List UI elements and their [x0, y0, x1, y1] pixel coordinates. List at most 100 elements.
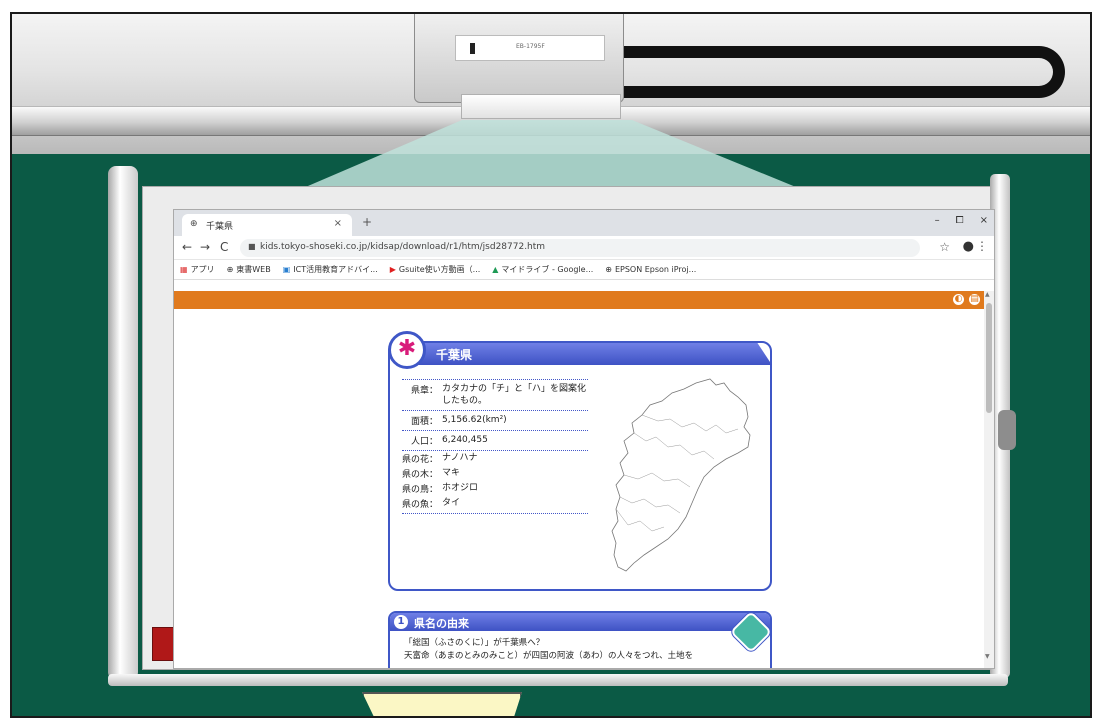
card-title: 千葉県 — [436, 348, 473, 362]
window-controls: – ⧠ × — [935, 215, 988, 226]
apps-icon: ▦ — [180, 265, 188, 274]
bookmark-epson[interactable]: ⊕ EPSON Epson iProj... — [605, 265, 696, 274]
bookmark-apps[interactable]: ▦ アプリ — [180, 264, 215, 275]
info-value: 5,156.62(km²) — [442, 415, 507, 425]
bookmark-label: ICT活用教育アドバイ... — [293, 265, 378, 274]
globe-icon: ⊕ — [605, 265, 612, 274]
bookmark-gsuite[interactable]: ▶ Gsuite使い方動画（... — [390, 264, 481, 275]
bookmark-label: Gsuite使い方動画（... — [398, 265, 481, 274]
info-row-area: 面積： 5,156.62(km²) — [402, 411, 588, 431]
info-row-population: 人口： 6,240,455 — [402, 431, 588, 451]
info-value: ナノハナ — [442, 453, 478, 463]
scroll-down-icon[interactable]: ▼ — [985, 653, 990, 660]
name-origin-section: 1 県名の由来 「総国（ふさのくに）」が千葉県へ？ 天富命（あまのとみのみこと）… — [388, 610, 773, 668]
scroll-thumb[interactable] — [986, 303, 992, 413]
projector-indicator — [470, 43, 475, 54]
info-value: タイ — [442, 498, 461, 508]
address-bar[interactable]: ■ kids.tokyo-shoseki.co.jp/kidsap/downlo… — [240, 239, 920, 257]
url-text: kids.tokyo-shoseki.co.jp/kidsap/download… — [260, 242, 546, 252]
classroom-scene: EB-1795F ⊕ 千葉県 × + – ⧠ × ← → C ■ kids.to… — [10, 12, 1092, 718]
projector-model-label: EB-1795F — [516, 43, 545, 50]
drive-icon: ▲ — [492, 265, 499, 274]
youtube-icon: ▶ — [389, 265, 396, 274]
tab-title: 千葉県 — [206, 222, 234, 232]
prefecture-emblem-icon: ✱ — [388, 331, 426, 369]
maximize-button[interactable]: ⧠ — [956, 215, 964, 226]
prefecture-info: 県章： カタカナの「チ」と「ハ」を図案化したもの。 面積： 5,156.62(k… — [402, 379, 588, 514]
page-viewport: ◐ ▤ ▲ ▼ 千葉県 ✱ 県章： カタカナの「チ」と「ハ」を図案化したもの。 — [174, 281, 994, 668]
screen-knob — [998, 410, 1016, 450]
browser-window: ⊕ 千葉県 × + – ⧠ × ← → C ■ kids.tokyo-shose… — [174, 210, 994, 668]
account-icon[interactable]: ● — [963, 239, 974, 254]
map-boundary — [633, 432, 715, 460]
info-label: 県の木： — [402, 470, 439, 480]
info-row-fish: 県の魚： タイ — [402, 496, 588, 514]
globe-icon: ⊕ — [226, 265, 234, 274]
projector-panel: EB-1795F — [455, 35, 605, 61]
info-value: 6,240,455 — [442, 435, 488, 445]
navigation-icon[interactable]: ◐ — [951, 292, 966, 307]
info-value: カタカナの「チ」と「ハ」を図案化したもの。 — [442, 384, 587, 406]
info-label: 県の鳥： — [402, 485, 439, 495]
section-title: 県名の由来 — [414, 617, 469, 630]
scroll-up-icon[interactable]: ▲ — [985, 291, 990, 298]
prefecture-map — [611, 378, 751, 572]
vertical-scrollbar[interactable]: ▲ ▼ — [984, 291, 994, 668]
bookmark-drive[interactable]: ▲ マイドライブ - Google... — [492, 264, 593, 275]
reload-button[interactable]: C — [220, 240, 228, 254]
section-number: 1 — [394, 615, 408, 629]
lock-icon: ■ — [248, 242, 256, 251]
ict-icon: ▣ — [282, 265, 291, 274]
menu-icon[interactable]: ⋮ — [976, 239, 988, 253]
info-row-tree: 県の木： マキ — [402, 466, 588, 481]
map-boundary — [641, 414, 739, 434]
browser-toolbar: ← → C ■ kids.tokyo-shoseki.co.jp/kidsap/… — [174, 236, 994, 260]
new-tab-button[interactable]: + — [362, 215, 372, 229]
projector: EB-1795F — [414, 14, 624, 103]
globe-icon: ⊕ — [190, 219, 198, 229]
info-value: マキ — [442, 468, 461, 478]
info-label: 県の魚： — [402, 500, 439, 510]
bookmark-star-icon[interactable]: ☆ — [939, 240, 950, 254]
book-icon[interactable]: ▤ — [967, 292, 982, 307]
bookmark-ict[interactable]: ▣ ICT活用教育アドバイ... — [283, 264, 378, 275]
section-text: 「総国（ふさのくに）」が千葉県へ？ 天富命（あまのとみのみこと）が四国の阿波（あ… — [404, 637, 764, 663]
info-label: 面積： — [410, 417, 438, 427]
map-coastline — [611, 378, 751, 572]
info-row-emblem: 県章： カタカナの「チ」と「ハ」を図案化したもの。 — [402, 380, 588, 411]
bookmark-toshoweb[interactable]: ⊕ 東書WEB — [227, 264, 271, 275]
info-label: 県章： — [410, 386, 438, 396]
map-boundary — [619, 496, 681, 514]
map-boundary — [615, 508, 665, 532]
section-line: 「総国（ふさのくに）」が千葉県へ？ — [404, 638, 545, 648]
browser-tab[interactable]: ⊕ 千葉県 × — [182, 214, 352, 236]
close-window-button[interactable]: × — [980, 215, 988, 226]
speech-bubble-tail — [362, 692, 522, 716]
screen-bottom-bar — [108, 674, 1008, 686]
tab-strip: ⊕ 千葉県 × + – ⧠ × — [174, 210, 994, 236]
prefecture-card: 千葉県 ✱ 県章： カタカナの「チ」と「ハ」を図案化したもの。 面積： 5,15… — [388, 331, 772, 591]
page-header-bar: ◐ ▤ — [174, 291, 984, 309]
bookmark-label: マイドライブ - Google... — [501, 265, 594, 274]
bookmarks-bar: ▦ アプリ ⊕ 東書WEB ▣ ICT活用教育アドバイ... ▶ Gsuite使… — [174, 260, 994, 280]
info-label: 県の花： — [402, 455, 439, 465]
map-boundary — [623, 472, 691, 488]
info-label: 人口： — [410, 437, 438, 447]
projector-lens-housing — [461, 94, 621, 119]
bookmark-label: 東書WEB — [236, 265, 271, 274]
section-line: 天富命（あまのとみのみこと）が四国の阿波（あわ）の人々をつれ、土地を — [404, 651, 694, 661]
info-row-bird: 県の鳥： ホオジロ — [402, 481, 588, 496]
screen-left-pole — [108, 166, 138, 680]
projector-cable — [620, 46, 1065, 98]
card-header: 千葉県 — [408, 343, 772, 365]
info-row-flower: 県の花： ナノハナ — [402, 451, 588, 466]
close-icon[interactable]: × — [334, 218, 342, 229]
minimize-button[interactable]: – — [935, 215, 940, 226]
info-value: ホオジロ — [442, 483, 479, 493]
screen-pull-tab — [152, 627, 176, 661]
bookmark-label: EPSON Epson iProj... — [614, 265, 697, 274]
forward-button[interactable]: → — [200, 240, 210, 254]
bookmark-label: アプリ — [190, 265, 215, 274]
back-button[interactable]: ← — [182, 240, 192, 254]
section-header: 1 県名の由来 — [390, 613, 770, 631]
